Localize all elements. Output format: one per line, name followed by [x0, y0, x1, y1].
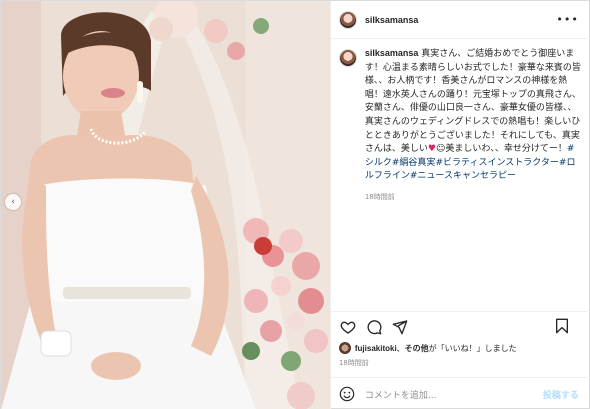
caption-text: silksamansa 真実さん、ご結婚おめでとう御座います！心温まる素晴らしい…: [365, 47, 581, 184]
hashtag[interactable]: #ビラティスインストラクター: [435, 158, 558, 168]
share-icon[interactable]: [391, 318, 409, 336]
post-photo[interactable]: ‹: [1, 1, 330, 409]
heart-emoji-icon: ♥: [427, 144, 436, 155]
comment-input[interactable]: コメントを追加...: [365, 388, 543, 401]
caption-timestamp: 18時間前: [364, 192, 395, 201]
likes-others-link[interactable]: その他: [405, 343, 429, 354]
smile-emoji-icon: ☺: [435, 144, 446, 155]
likes-suffix: が「いいね！」しました: [428, 343, 517, 353]
bride-photo-illustration: [1, 1, 330, 409]
comment-bar: コメントを追加... 投稿する: [330, 377, 590, 409]
chevron-left-icon[interactable]: ‹: [5, 194, 21, 210]
comment-icon[interactable]: [365, 318, 383, 336]
likes-summary: fujisakitoki、その他 が「いいね！」しました: [338, 342, 517, 354]
action-bar: [330, 311, 590, 341]
caption-tail: 美ましいわ、、幸せ分けてー！: [445, 144, 567, 155]
likes-connector: 、: [396, 343, 405, 353]
caption-body: silksamansa 真実さん、ご結婚おめでとう御座います！心温まる素晴らしい…: [365, 47, 581, 311]
caption-area: silksamansa 真実さん、ご結婚おめでとう御座います！心温まる素晴らしい…: [331, 39, 590, 311]
more-horizontal-icon[interactable]: •••: [556, 13, 578, 26]
liker-username[interactable]: fujisakitoki: [355, 344, 397, 353]
emoji-icon[interactable]: [339, 386, 355, 402]
post-sidebar: silksamansa ••• silksamansa 真実さん、ご結婚おめでと…: [329, 1, 590, 409]
instagram-post: ‹ silksamansa ••• silksamansa 真実さん、ご結婚おめ…: [0, 0, 590, 409]
liker-avatar[interactable]: [338, 342, 351, 354]
post-author-username[interactable]: silksamansa: [365, 15, 419, 25]
caption-avatar[interactable]: [338, 49, 357, 67]
post-timestamp[interactable]: 18時間前: [339, 358, 369, 368]
bookmark-icon[interactable]: [553, 317, 571, 335]
avatar[interactable]: [338, 10, 357, 29]
post-comment-button[interactable]: 投稿する: [543, 388, 579, 401]
caption-message: 真実さん、ご結婚おめでとう御座います！心温まる素晴らしいお式でした！豪華な来賓の…: [364, 49, 581, 155]
heart-icon[interactable]: [339, 318, 357, 336]
post-header: silksamansa •••: [330, 1, 590, 39]
hashtag[interactable]: #ニュースキャンセラピー: [410, 171, 516, 181]
hashtag[interactable]: #絹谷真実: [392, 158, 436, 168]
caption-username[interactable]: silksamansa: [365, 48, 419, 58]
